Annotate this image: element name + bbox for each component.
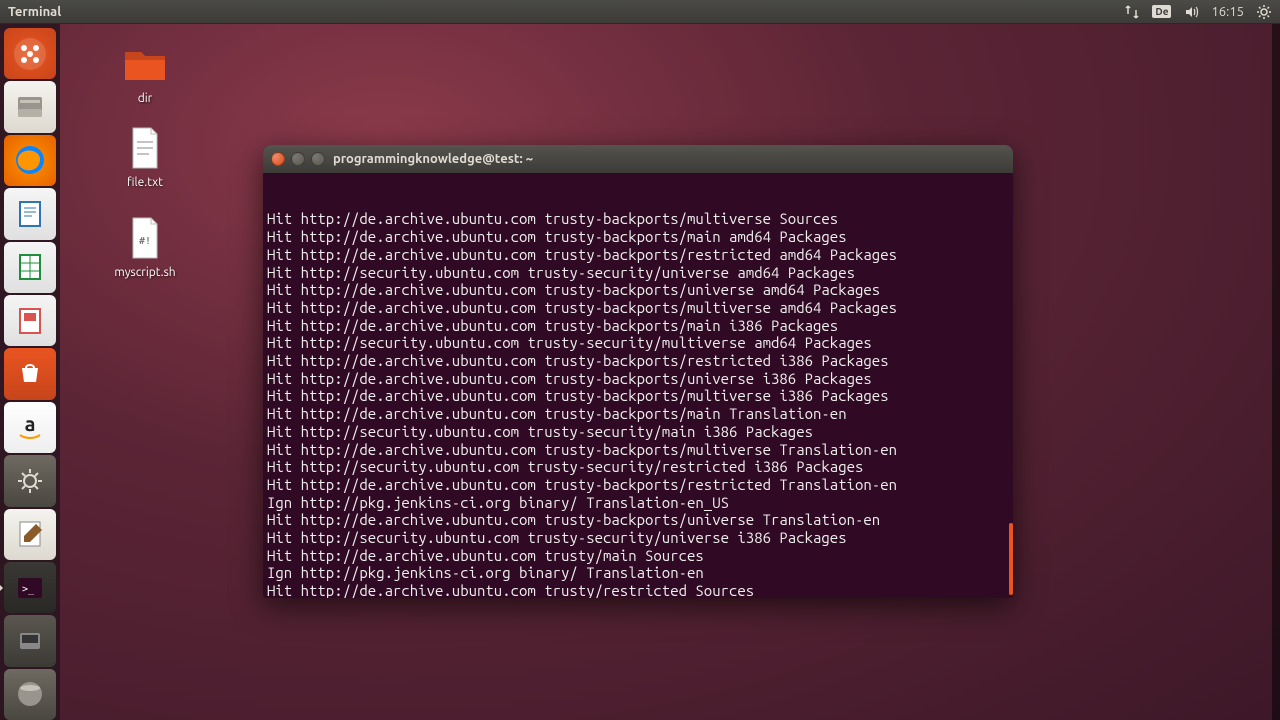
terminal-line: Hit http://de.archive.ubuntu.com trusty-… <box>267 370 1009 388</box>
screen-edge <box>1272 24 1280 720</box>
sound-icon[interactable] <box>1183 4 1199 20</box>
window-titlebar[interactable]: programmingknowledge@test: ~ <box>263 145 1013 173</box>
window-title: programmingknowledge@test: ~ <box>333 152 533 166</box>
svg-text:a: a <box>25 412 36 435</box>
unity-launcher: a >_ <box>0 24 60 720</box>
terminal-line: Ign http://pkg.jenkins-ci.org binary/ Tr… <box>267 564 1009 582</box>
desktop-icon-label: file.txt <box>105 176 185 189</box>
terminal-line: Hit http://de.archive.ubuntu.com trusty-… <box>267 387 1009 405</box>
writer-launcher-icon[interactable] <box>4 188 56 239</box>
window-minimize-button[interactable] <box>291 152 305 166</box>
settings-launcher-icon[interactable] <box>4 455 56 506</box>
folder-icon <box>121 40 169 88</box>
desktop-file-txt[interactable]: file.txt <box>105 124 185 189</box>
gear-icon[interactable] <box>1256 4 1272 20</box>
trash-launcher-icon[interactable] <box>4 669 56 720</box>
top-menubar: Terminal De 16:15 <box>0 0 1280 24</box>
impress-launcher-icon[interactable] <box>4 295 56 346</box>
desktop-icon-label: myscript.sh <box>105 266 185 279</box>
desktop-icon-label: dir <box>105 92 185 105</box>
terminal-launcher-icon[interactable]: >_ <box>4 562 56 613</box>
terminal-line: Hit http://de.archive.ubuntu.com trusty-… <box>267 441 1009 459</box>
desktop-folder-dir[interactable]: dir <box>105 40 185 105</box>
terminal-line: Ign http://pkg.jenkins-ci.org binary/ Tr… <box>267 494 1009 512</box>
terminal-line: Hit http://security.ubuntu.com trusty-se… <box>267 423 1009 441</box>
desktop-file-script[interactable]: #! myscript.sh <box>105 214 185 279</box>
terminal-line: Hit http://de.archive.ubuntu.com trusty-… <box>267 352 1009 370</box>
text-file-icon <box>121 124 169 172</box>
dash-home-icon[interactable] <box>4 28 56 79</box>
script-file-icon: #! <box>121 214 169 262</box>
text-editor-launcher-icon[interactable] <box>4 509 56 560</box>
terminal-output[interactable]: Hit http://de.archive.ubuntu.com trusty-… <box>263 173 1013 598</box>
calc-launcher-icon[interactable] <box>4 242 56 293</box>
files-launcher-icon[interactable] <box>4 81 56 132</box>
terminal-line: Hit http://de.archive.ubuntu.com trusty-… <box>267 476 1009 494</box>
terminal-scrollbar[interactable] <box>1009 523 1013 595</box>
network-icon[interactable] <box>1124 4 1140 20</box>
terminal-line: Hit http://security.ubuntu.com trusty-se… <box>267 334 1009 352</box>
terminal-window[interactable]: programmingknowledge@test: ~ Hit http://… <box>263 145 1013 598</box>
active-app-title: Terminal <box>8 5 61 19</box>
amazon-launcher-icon[interactable]: a <box>4 402 56 453</box>
terminal-line: Hit http://de.archive.ubuntu.com trusty/… <box>267 582 1009 598</box>
terminal-line: Hit http://security.ubuntu.com trusty-se… <box>267 529 1009 547</box>
terminal-line: Hit http://de.archive.ubuntu.com trusty-… <box>267 210 1009 228</box>
terminal-line: Hit http://de.archive.ubuntu.com trusty-… <box>267 299 1009 317</box>
terminal-line: Hit http://security.ubuntu.com trusty-se… <box>267 264 1009 282</box>
terminal-line: Hit http://de.archive.ubuntu.com trusty-… <box>267 317 1009 335</box>
firefox-launcher-icon[interactable] <box>4 135 56 186</box>
window-maximize-button[interactable] <box>311 152 325 166</box>
terminal-line: Hit http://de.archive.ubuntu.com trusty/… <box>267 547 1009 565</box>
system-tray: De 16:15 <box>1124 4 1272 20</box>
terminal-line: Hit http://de.archive.ubuntu.com trusty-… <box>267 281 1009 299</box>
terminal-line: Hit http://security.ubuntu.com trusty-se… <box>267 458 1009 476</box>
svg-text:>_: >_ <box>22 584 35 595</box>
terminal-line: Hit http://de.archive.ubuntu.com trusty-… <box>267 511 1009 529</box>
terminal-line: Hit http://de.archive.ubuntu.com trusty-… <box>267 228 1009 246</box>
software-center-launcher-icon[interactable] <box>4 348 56 399</box>
svg-text:#!: #! <box>139 236 151 247</box>
clock[interactable]: 16:15 <box>1211 5 1244 19</box>
keyboard-layout-indicator[interactable]: De <box>1152 5 1171 18</box>
terminal-line: Hit http://de.archive.ubuntu.com trusty-… <box>267 246 1009 264</box>
devices-launcher-icon[interactable] <box>4 615 56 666</box>
window-close-button[interactable] <box>271 152 285 166</box>
terminal-line: Hit http://de.archive.ubuntu.com trusty-… <box>267 405 1009 423</box>
